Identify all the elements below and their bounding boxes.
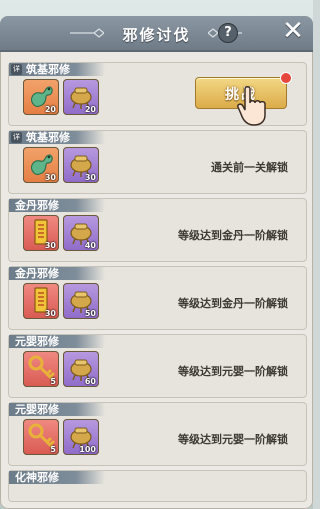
item-quantity: 30 [44, 241, 56, 250]
window-title: 邪修讨伐 [122, 26, 191, 44]
unlock-condition: 等级达到金丹一阶解锁 [178, 229, 288, 242]
card-title: 元婴邪修 [15, 403, 59, 416]
unlock-condition: 等级达到金丹一阶解锁 [178, 297, 288, 310]
unlock-condition: 等级达到元婴一阶解锁 [178, 433, 288, 446]
reward-item[interactable]: 100 [63, 419, 99, 455]
pointing-hand-icon [237, 86, 266, 126]
item-quantity: 100 [79, 445, 96, 454]
help-question-icon[interactable]: ? [218, 23, 238, 43]
reward-item[interactable]: 30 [23, 215, 59, 251]
raid-card-3: 金丹邪修 30 50 等级达到金丹一阶解锁 [8, 266, 307, 330]
reward-item[interactable]: 30 [23, 283, 59, 319]
item-quantity: 30 [44, 309, 56, 318]
item-quantity: 30 [84, 173, 96, 182]
title-bar: 邪修讨伐 ? ✕ [0, 16, 313, 52]
unlock-condition: 通关前一关解锁 [211, 161, 288, 174]
reward-item[interactable]: 50 [63, 283, 99, 319]
reward-item[interactable]: 40 [63, 215, 99, 251]
card-title: 化神邪修 [15, 471, 59, 484]
card-title: 筑基邪修 [26, 131, 70, 144]
item-quantity: 5 [50, 445, 56, 454]
item-quantity: 40 [84, 241, 96, 250]
item-quantity: 50 [84, 309, 96, 318]
card-title: 金丹邪修 [15, 199, 59, 212]
reward-item[interactable]: 30 [63, 147, 99, 183]
unlock-condition: 等级达到元婴一阶解锁 [178, 365, 288, 378]
item-quantity: 30 [44, 173, 56, 182]
raid-card-4: 元婴邪修 5 60 等级达到元婴一阶解锁 [8, 334, 307, 398]
card-title: 元婴邪修 [15, 335, 59, 348]
reward-item[interactable]: 30 [23, 147, 59, 183]
raid-card-0: 详 筑基邪修 20 20 挑战 [8, 62, 307, 126]
reward-item[interactable]: 20 [23, 79, 59, 115]
reward-item[interactable]: 5 [23, 351, 59, 387]
raid-card-1: 详 筑基邪修 30 30 通关前一关解锁 [8, 130, 307, 194]
raid-card-6: 化神邪修 [8, 470, 307, 502]
raid-card-2: 金丹邪修 30 40 等级达到金丹一阶解锁 [8, 198, 307, 262]
raid-card-5: 元婴邪修 5 100 等级达到元婴一阶解锁 [8, 402, 307, 466]
reward-item[interactable]: 20 [63, 79, 99, 115]
notification-dot [280, 72, 292, 84]
item-quantity: 20 [84, 105, 96, 114]
item-quantity: 20 [44, 105, 56, 114]
card-title: 金丹邪修 [15, 267, 59, 280]
item-quantity: 5 [50, 377, 56, 386]
detail-badge[interactable]: 详 [11, 132, 22, 143]
close-icon[interactable]: ✕ [281, 18, 305, 44]
item-quantity: 60 [84, 377, 96, 386]
detail-badge[interactable]: 详 [11, 64, 22, 75]
raid-panel: 邪修讨伐 ? ✕ 详 筑基邪修 20 20 挑战 详 筑基邪修 30 30 通关… [0, 16, 313, 509]
card-title: 筑基邪修 [26, 63, 70, 76]
reward-item[interactable]: 60 [63, 351, 99, 387]
reward-item[interactable]: 5 [23, 419, 59, 455]
